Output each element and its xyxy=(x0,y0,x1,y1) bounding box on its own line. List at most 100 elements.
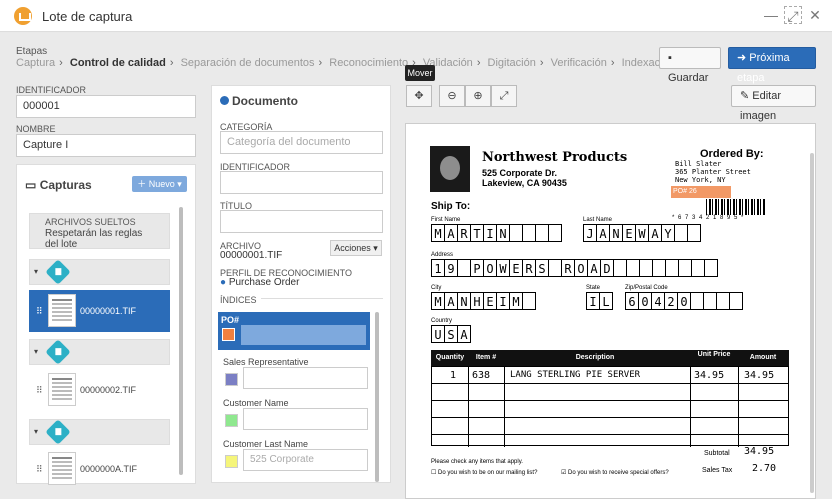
captures-panel: ▭ Capturas ＋ Nuevo ▾ ARCHIVOS SUELTOS Re… xyxy=(16,164,196,485)
company-logo xyxy=(430,146,470,192)
index-sales-rep[interactable]: Sales Representative xyxy=(218,357,370,397)
drag-handle-icon[interactable]: ⠿ xyxy=(36,306,43,317)
captures-title-text: Capturas xyxy=(39,178,92,192)
address-boxes: 19POWERSROAD xyxy=(431,259,718,277)
index-color-swatch xyxy=(222,328,235,341)
plus-icon: ＋ xyxy=(137,179,147,189)
document-panel: Documento CATEGORÍA Categoría del docume… xyxy=(211,85,391,483)
index-customer-name[interactable]: Customer Name xyxy=(218,398,370,438)
fit-screen-button[interactable]: ⤢ xyxy=(491,85,517,107)
caret-down-icon[interactable]: ▾ xyxy=(34,347,38,356)
index-customer-last-name-label: Customer Last Name xyxy=(223,439,309,449)
city-boxes: MANHEIM xyxy=(431,292,536,310)
sales-tax-value: 2.70 xyxy=(752,463,777,474)
index-customer-name-label: Customer Name xyxy=(223,398,289,408)
ship-to-label: Ship To: xyxy=(431,201,471,212)
document-scrollbar[interactable] xyxy=(375,312,379,482)
move-tooltip: Mover xyxy=(405,65,435,81)
category-input[interactable]: Categoría del documento xyxy=(220,131,383,154)
file-item-selected[interactable]: ⠿ 00000001.TIF xyxy=(29,290,170,332)
state-label: State xyxy=(586,285,601,291)
viewer-scrollbar[interactable] xyxy=(810,153,814,493)
zoom-out-button[interactable]: ⊖ xyxy=(439,85,465,107)
doc-identifier-input[interactable] xyxy=(220,171,383,194)
document-icon xyxy=(220,96,229,105)
loose-files-item[interactable]: ARCHIVOS SUELTOS Respetarán las reglas d… xyxy=(29,213,170,250)
pencil-icon: ✎ xyxy=(740,90,750,102)
next-stage-button[interactable]: ➜ Próxima etapa xyxy=(728,47,816,84)
loose-files-title: ARCHIVOS SUELTOS xyxy=(45,217,136,227)
batch-identifier-label: IDENTIFICADOR xyxy=(16,85,87,95)
check-offers-text: Do you wish to receive special offers? xyxy=(568,470,669,476)
stage-control-calidad[interactable]: Control de calidad xyxy=(70,57,166,69)
actions-dropdown[interactable]: Acciones ▾ xyxy=(330,240,382,256)
document-badge-icon xyxy=(45,259,71,285)
check-mailing-text: Do you wish to be on our mailing list? xyxy=(438,470,538,476)
file-thumbnail xyxy=(48,373,76,406)
row1-item: 638 xyxy=(472,370,491,381)
last-name-label: Last Name xyxy=(583,217,613,223)
index-po[interactable]: PO# xyxy=(218,312,370,350)
barcode xyxy=(706,199,766,215)
document-badge-icon xyxy=(45,419,71,445)
caret-down-icon[interactable]: ▾ xyxy=(34,427,38,436)
actions-label: Acciones xyxy=(334,243,371,253)
image-viewer[interactable]: Northwest Products 525 Corporate Dr. Lake… xyxy=(405,123,816,499)
save-button[interactable]: ▪ Guardar xyxy=(659,47,721,84)
document-group-2[interactable]: ▾ xyxy=(29,339,170,365)
drag-handle-icon[interactable]: ⠿ xyxy=(36,385,43,396)
caret-down-icon: ▾ xyxy=(373,243,378,253)
new-capture-button[interactable]: ＋ Nuevo ▾ xyxy=(132,176,187,192)
captures-scrollbar[interactable] xyxy=(179,207,183,475)
batch-identifier-input[interactable]: 000001 xyxy=(16,95,196,118)
items-table-body: 1 638 LANG STERLING PIE SERVER 34.95 34.… xyxy=(431,366,789,447)
captures-title: ▭ Capturas xyxy=(25,178,92,192)
new-label: Nuevo xyxy=(148,179,175,189)
scanned-document: Northwest Products 525 Corporate Dr. Lake… xyxy=(426,144,796,498)
minimize-icon[interactable]: — xyxy=(762,6,780,24)
company-name: Northwest Products xyxy=(482,150,628,165)
stage-reconocimiento: Reconocimiento xyxy=(329,57,409,69)
index-customer-last-name-input[interactable]: 525 Corporate xyxy=(243,449,368,471)
edit-image-button[interactable]: ✎ Editar imagen xyxy=(731,85,816,122)
file-item[interactable]: ⠿ 0000000A.TIF xyxy=(29,448,170,490)
document-group-3[interactable]: ▾ xyxy=(29,419,170,445)
stage-captura[interactable]: Captura xyxy=(16,57,55,69)
move-tool-button[interactable]: ✥ xyxy=(406,85,432,107)
last-name-boxes: JANEWAY xyxy=(583,224,701,242)
row1-price: 34.95 xyxy=(694,370,725,381)
address-line-2: Lakeview, CA 90435 xyxy=(482,178,567,188)
profile-icon: ● xyxy=(220,277,227,288)
document-group-1[interactable]: ▾ xyxy=(29,259,170,285)
indices-label: ÍNDICES xyxy=(220,295,261,305)
first-name-label: First Name xyxy=(431,217,461,223)
po-highlight[interactable]: PO# 26 xyxy=(671,186,731,198)
index-po-label: PO# xyxy=(221,315,240,325)
file-name: 00000001.TIF xyxy=(80,306,137,316)
batch-name-input[interactable]: Capture I xyxy=(16,134,196,157)
drag-handle-icon[interactable]: ⠿ xyxy=(36,464,43,475)
index-po-input[interactable] xyxy=(241,325,366,345)
country-label: Country xyxy=(431,318,453,324)
row1-amount: 34.95 xyxy=(744,370,775,381)
stage-separacion: Separación de documentos xyxy=(180,57,315,69)
stage-verificacion: Verificación xyxy=(550,57,607,69)
file-value: 00000001.TIF xyxy=(220,250,283,261)
zoom-in-button[interactable]: ⊕ xyxy=(465,85,491,107)
caret-down-icon[interactable]: ▾ xyxy=(34,267,38,276)
expand-icon: ⤢ xyxy=(499,90,509,102)
doc-title-input[interactable] xyxy=(220,210,383,233)
save-icon: ▪ xyxy=(668,52,672,64)
index-color-swatch xyxy=(225,414,238,427)
subtotal-label: Subtotal xyxy=(704,450,730,457)
index-customer-name-input[interactable] xyxy=(243,408,368,430)
ordered-by-label: Ordered By: xyxy=(700,148,764,160)
index-customer-last-name[interactable]: Customer Last Name 525 Corporate xyxy=(218,439,370,479)
orderer-block: Bill Slater 365 Planter Street New York,… xyxy=(675,160,751,184)
items-table-header: Quantity Item # Description Unit Price A… xyxy=(431,350,789,366)
close-icon[interactable]: ✕ xyxy=(806,6,824,24)
file-item[interactable]: ⠿ 00000002.TIF xyxy=(29,369,170,411)
index-sales-rep-input[interactable] xyxy=(243,367,368,389)
check-note: Please check any items that apply. xyxy=(431,459,523,465)
maximize-icon[interactable]: ⤢ xyxy=(784,6,802,24)
